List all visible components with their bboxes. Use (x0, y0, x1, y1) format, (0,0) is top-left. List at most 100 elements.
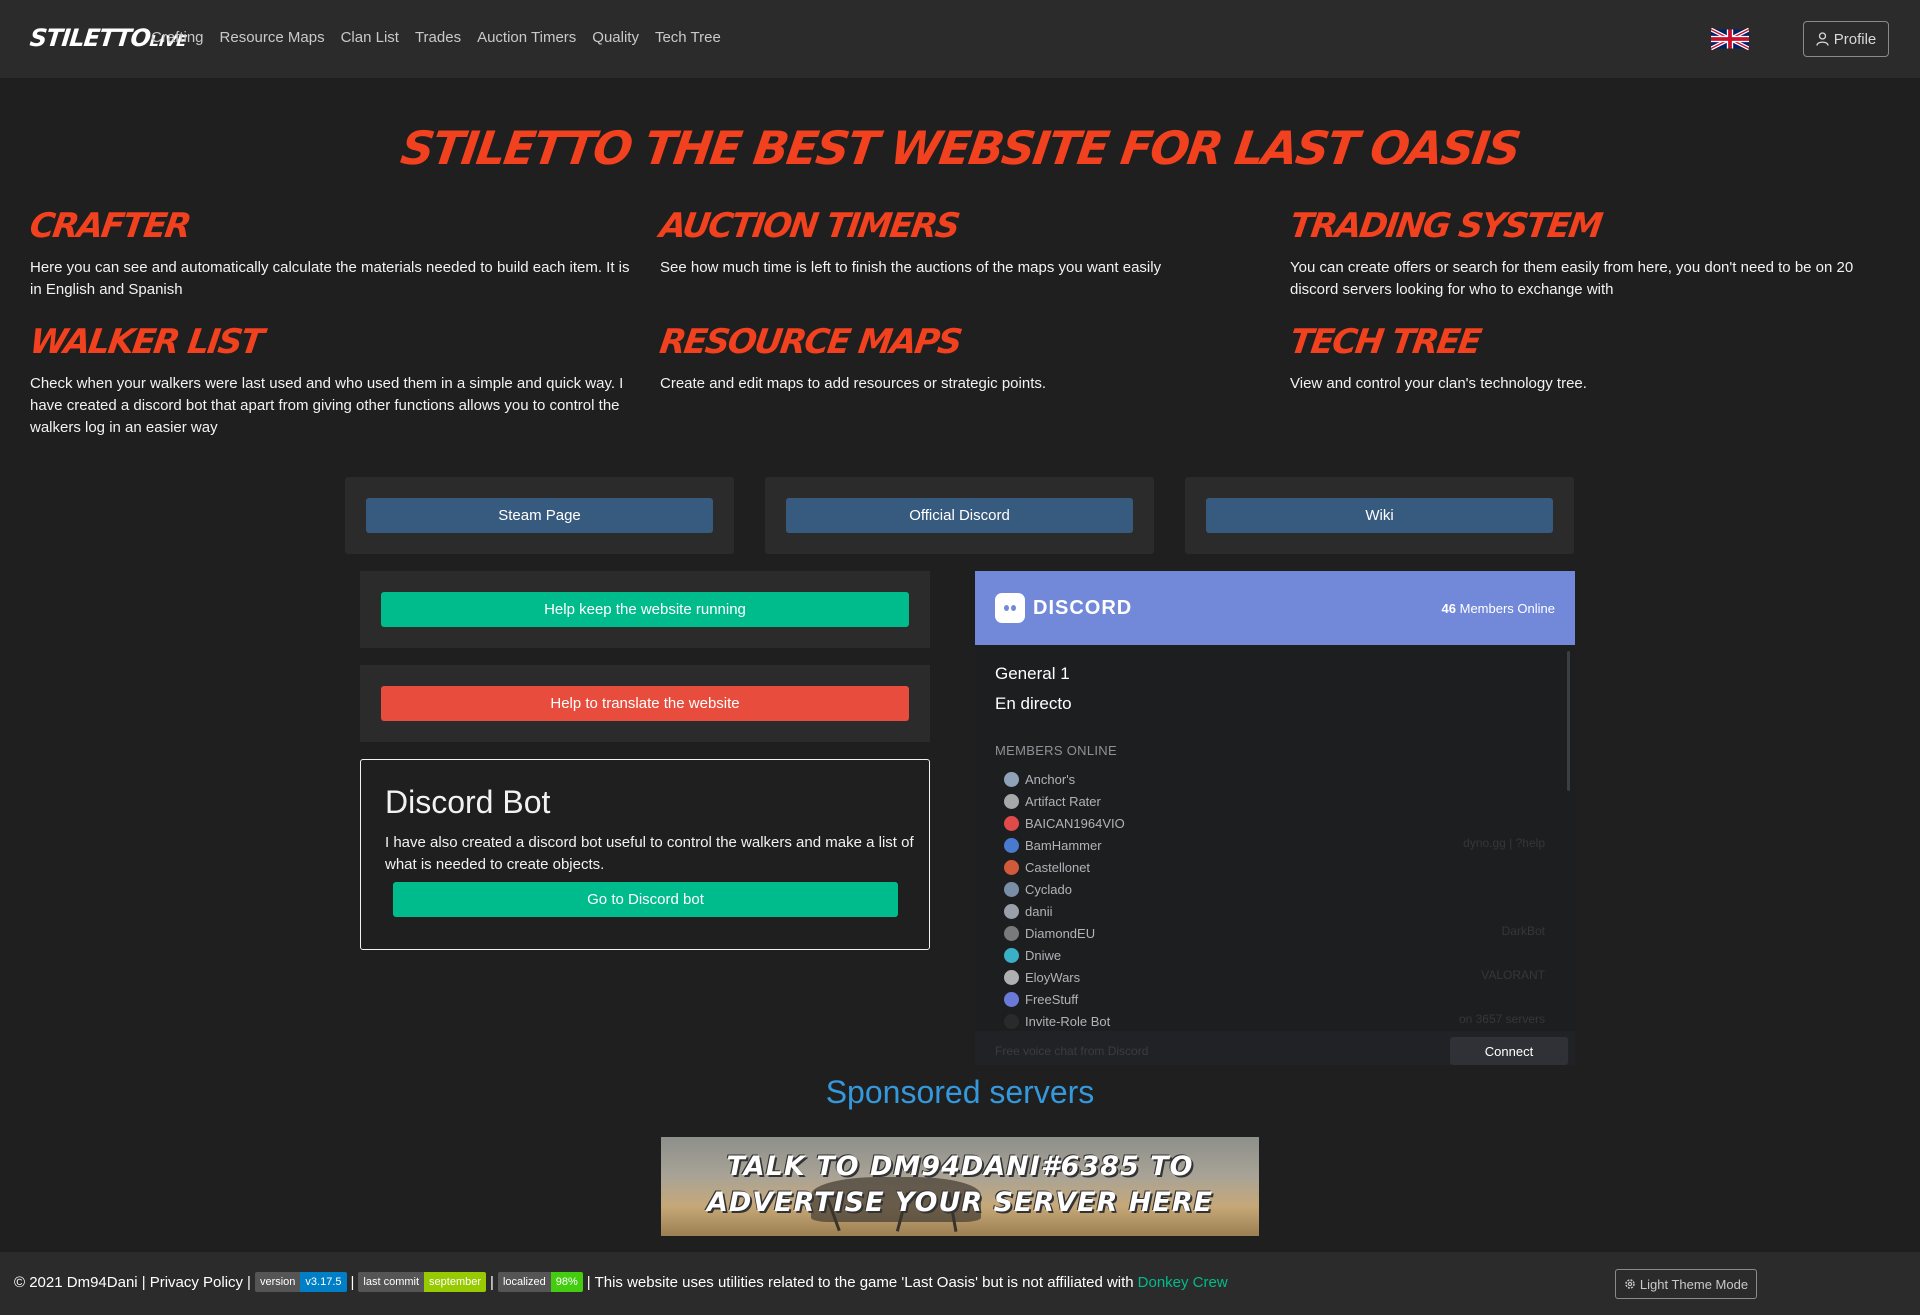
translate-card: Help to translate the website (360, 665, 930, 742)
avatar (1004, 771, 1019, 787)
nav-links: Crafting Resource Maps Clan List Trades … (151, 29, 721, 46)
avatar (1004, 1013, 1019, 1029)
members-online-count: 46 Members Online (1441, 601, 1555, 616)
footer-separator: | (247, 1273, 251, 1291)
discord-icon (995, 593, 1025, 623)
discord-logo[interactable]: DISCORD (995, 593, 1132, 623)
footer-separator: | (490, 1273, 494, 1291)
member-name: Artifact Rater (1025, 793, 1101, 809)
nav-link-tech-tree[interactable]: Tech Tree (655, 29, 721, 46)
discord-footer-text: Free voice chat from Discord (995, 1044, 1149, 1058)
feature-text: Here you can see and automatically calcu… (30, 259, 630, 298)
avatar (1004, 881, 1019, 897)
nav-link-trades[interactable]: Trades (415, 29, 461, 46)
version-badge[interactable]: version v3.17.5 (254, 1272, 347, 1292)
avatar (1004, 859, 1019, 875)
faded-label: on 3657 servers (1458, 1012, 1545, 1026)
member-item[interactable]: Dniwe (1004, 944, 1125, 966)
member-name: Anchor's (1025, 771, 1076, 787)
member-name: Dniwe (1025, 947, 1062, 963)
feature-text: See how much time is left to finish the … (660, 259, 1162, 276)
nav-link-clan-list[interactable]: Clan List (341, 29, 399, 46)
member-item[interactable]: BAICAN1964VIO (1004, 812, 1125, 834)
avatar (1004, 947, 1019, 963)
member-item[interactable]: EloyWars (1004, 966, 1125, 988)
donate-button[interactable]: Help keep the website running (381, 592, 909, 627)
member-item[interactable]: DiamondEU (1004, 922, 1125, 944)
feature-title: Resource Maps (657, 322, 963, 362)
translate-button[interactable]: Help to translate the website (381, 686, 909, 721)
feature-text: View and control your clan's technology … (1290, 375, 1587, 392)
feature-title: Auction timers (657, 206, 961, 246)
user-icon (1816, 32, 1829, 46)
discord-widget: DISCORD 46 Members Online General 1 En d… (975, 571, 1575, 1065)
nav-link-auction-timers[interactable]: Auction Timers (477, 29, 576, 46)
feature-auction-timers: Auction timers See how much time is left… (657, 205, 1270, 279)
member-item[interactable]: FreeStuff (1004, 988, 1125, 1010)
copyright: © 2021 Dm94Dani | (14, 1273, 146, 1291)
member-item[interactable]: BamHammer (1004, 834, 1125, 856)
donkey-crew-link[interactable]: Donkey Crew (1138, 1274, 1228, 1291)
member-name: BamHammer (1025, 837, 1102, 853)
member-name: Invite-Role Bot (1025, 1013, 1111, 1029)
discord-bot-card: Discord Bot I have also created a discor… (360, 759, 930, 950)
nav-link-quality[interactable]: Quality (592, 29, 639, 46)
member-name: BAICAN1964VIO (1025, 815, 1125, 831)
banner-text: Talk to Dm94Dani#6385 to advertise your … (706, 1151, 1214, 1218)
faded-label: VALORANT (1481, 968, 1545, 982)
wiki-card: Wiki (1185, 477, 1574, 554)
member-item[interactable]: Castellonet (1004, 856, 1125, 878)
footer: © 2021 Dm94Dani | Privacy Policy | versi… (0, 1252, 1920, 1315)
member-name: Castellonet (1025, 859, 1091, 875)
member-name: Cyclado (1025, 881, 1072, 897)
feature-title: Walker List (27, 322, 265, 362)
donate-card: Help keep the website running (360, 571, 930, 648)
member-item[interactable]: danii (1004, 900, 1125, 922)
last-commit-badge[interactable]: last commit september (358, 1272, 487, 1292)
theme-label: Light Theme Mode (1639, 1276, 1749, 1292)
discord-header: DISCORD 46 Members Online (975, 571, 1575, 645)
avatar (1004, 903, 1019, 919)
advertise-banner[interactable]: Talk to Dm94Dani#6385 to advertise your … (661, 1137, 1259, 1236)
localized-badge[interactable]: localized 98% (497, 1272, 583, 1292)
feature-title: Trading System (1287, 206, 1604, 246)
member-name: EloyWars (1025, 969, 1081, 985)
profile-label: Profile (1833, 30, 1877, 48)
light-theme-button[interactable]: Light Theme Mode (1615, 1269, 1757, 1299)
feature-crafter: Crafter Here you can see and automatical… (27, 205, 640, 301)
member-item[interactable]: Artifact Rater (1004, 790, 1125, 812)
footer-separator: | (350, 1273, 355, 1291)
navbar: STILETTOLIVE Crafting Resource Maps Clan… (0, 0, 1920, 78)
member-item[interactable]: Anchor's (1004, 768, 1125, 790)
profile-button[interactable]: Profile (1803, 21, 1889, 57)
official-discord-button[interactable]: Official Discord (786, 498, 1133, 533)
avatar (1004, 815, 1019, 831)
channel-general: General 1 (995, 664, 1070, 683)
avatar (1004, 837, 1019, 853)
feature-trading-system: Trading System You can create offers or … (1287, 205, 1900, 301)
nav-link-resource-maps[interactable]: Resource Maps (220, 29, 325, 46)
steam-page-button[interactable]: Steam Page (366, 498, 713, 533)
discord-bot-button[interactable]: Go to Discord bot (393, 882, 898, 917)
avatar (1004, 969, 1019, 985)
faded-label: DarkBot (1501, 924, 1545, 938)
widget-scrollbar[interactable] (1567, 651, 1570, 791)
disclaimer: | This website uses utilities related to… (586, 1273, 1134, 1291)
members-title: MEMBERS ONLINE (995, 743, 1117, 758)
privacy-policy-link[interactable]: Privacy Policy (150, 1274, 243, 1291)
gear-icon (1625, 1279, 1635, 1289)
feature-walker-list: Walker List Check when your walkers were… (27, 321, 640, 439)
wiki-button[interactable]: Wiki (1206, 498, 1553, 533)
member-name: DiamondEU (1025, 925, 1096, 941)
sponsored-title: Sponsored servers (825, 1074, 1095, 1110)
faded-label: dyno.gg | ?help (1463, 836, 1545, 850)
nav-link-crafting[interactable]: Crafting (151, 29, 204, 46)
bot-title: Discord Bot (385, 784, 551, 820)
connect-button[interactable]: Connect (1450, 1037, 1568, 1065)
discord-footer: Free voice chat from Discord Connect (975, 1031, 1575, 1065)
feature-tech-tree: Tech Tree View and control your clan's t… (1287, 321, 1900, 395)
member-item[interactable]: Cyclado (1004, 878, 1125, 900)
member-name: danii (1025, 903, 1053, 919)
member-item[interactable]: Invite-Role Bot (1004, 1010, 1125, 1032)
uk-flag-icon[interactable] (1711, 27, 1749, 51)
